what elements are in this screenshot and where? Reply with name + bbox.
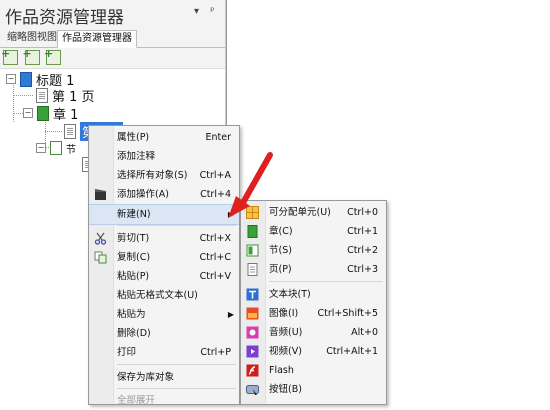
clapperboard-icon bbox=[94, 188, 107, 201]
add-chapter-icon[interactable]: + bbox=[23, 47, 40, 65]
text-block-icon bbox=[246, 288, 259, 301]
chapter-icon bbox=[246, 225, 259, 238]
context-menu: 属性(P) Enter 添加注释 选择所有对象(S) Ctrl+A 添加操作(A) C… bbox=[88, 125, 240, 406]
menu-item-add-action[interactable]: 添加操作(A) Ctrl+4 bbox=[89, 185, 239, 204]
tab-thumbnail-view[interactable]: 缩略图视图 bbox=[3, 30, 61, 46]
menu-item-properties[interactable]: 属性(P) Enter bbox=[89, 128, 239, 147]
add-item-icon[interactable]: + bbox=[1, 47, 18, 65]
menu-item-print[interactable]: 打印 Ctrl+P bbox=[89, 343, 239, 362]
tree-node-page-1[interactable]: 第 1 页 bbox=[36, 86, 95, 105]
menu-item-save-as-library[interactable]: 保存为库对象 bbox=[89, 368, 239, 387]
collapse-toggle-icon[interactable]: − bbox=[23, 108, 33, 118]
new-submenu: 可分配单元(U) Ctrl+0 章(C) Ctrl+1 节(S) Ctrl+2 页(P… bbox=[240, 200, 387, 405]
menu-item-delete[interactable]: 删除(D) bbox=[89, 324, 239, 343]
section-icon bbox=[50, 141, 62, 155]
menu-item-select-all[interactable]: 选择所有对象(S) Ctrl+A bbox=[89, 166, 239, 185]
submenu-item-audio[interactable]: 音频(U) Alt+0 bbox=[241, 323, 386, 342]
menu-item-add-comment[interactable]: 添加注释 bbox=[89, 147, 239, 166]
submenu-item-chapter[interactable]: 章(C) Ctrl+1 bbox=[241, 222, 386, 241]
panel-title: 作品资源管理器 bbox=[5, 8, 124, 28]
grid-icon bbox=[246, 206, 259, 219]
page-icon bbox=[64, 123, 76, 139]
page-icon bbox=[246, 263, 259, 276]
collapse-toggle-icon[interactable]: − bbox=[6, 74, 16, 84]
panel-pin-controls[interactable]: ▾ ᵖ bbox=[194, 6, 218, 17]
copy-icon bbox=[94, 251, 107, 264]
panel-toolbar: + + + bbox=[1, 47, 64, 66]
menu-item-copy[interactable]: 复制(C) Ctrl+C bbox=[89, 248, 239, 267]
button-icon bbox=[246, 383, 259, 396]
submenu-item-button[interactable]: 按钮(B) bbox=[241, 380, 386, 399]
add-page-icon[interactable]: + bbox=[44, 47, 61, 65]
panel-tabs: 缩略图视图 作品资源管理器 bbox=[0, 28, 225, 48]
menu-item-cut[interactable]: 剪切(T) Ctrl+X bbox=[89, 229, 239, 248]
image-icon bbox=[246, 307, 259, 320]
chapter-icon bbox=[37, 105, 49, 121]
menu-item-expand-all: 全部展开 bbox=[117, 395, 156, 406]
video-icon bbox=[246, 345, 259, 358]
menu-item-paste-as[interactable]: 粘贴为 ▶ bbox=[89, 305, 239, 324]
audio-icon bbox=[246, 326, 259, 339]
submenu-item-assignable-unit[interactable]: 可分配单元(U) Ctrl+0 bbox=[241, 203, 386, 222]
submenu-item-image[interactable]: 图像(I) Ctrl+Shift+5 bbox=[241, 304, 386, 323]
submenu-item-video[interactable]: 视频(V) Ctrl+Alt+1 bbox=[241, 342, 386, 361]
tree-node-chapter-1[interactable]: − 章 1 bbox=[23, 104, 78, 123]
menu-item-paste[interactable]: 粘贴(P) Ctrl+V bbox=[89, 267, 239, 286]
flash-icon bbox=[246, 364, 259, 377]
submenu-item-text-block[interactable]: 文本块(T) bbox=[241, 285, 386, 304]
scissors-icon bbox=[94, 232, 107, 245]
menu-item-paste-plain-text[interactable]: 粘贴无格式文本(U) bbox=[89, 286, 239, 305]
submenu-item-flash[interactable]: Flash bbox=[241, 361, 386, 380]
submenu-item-page[interactable]: 页(P) Ctrl+3 bbox=[241, 260, 386, 279]
page-icon bbox=[36, 87, 48, 103]
section-icon bbox=[246, 244, 259, 257]
tab-resource-explorer[interactable]: 作品资源管理器 bbox=[57, 30, 137, 48]
collapse-toggle-icon[interactable]: − bbox=[36, 143, 46, 153]
submenu-item-section[interactable]: 节(S) Ctrl+2 bbox=[241, 241, 386, 260]
book-icon bbox=[20, 71, 32, 87]
tree-node-section[interactable]: − 节 bbox=[36, 139, 76, 157]
menu-item-new[interactable]: 新建(N) ▶ bbox=[89, 204, 239, 225]
